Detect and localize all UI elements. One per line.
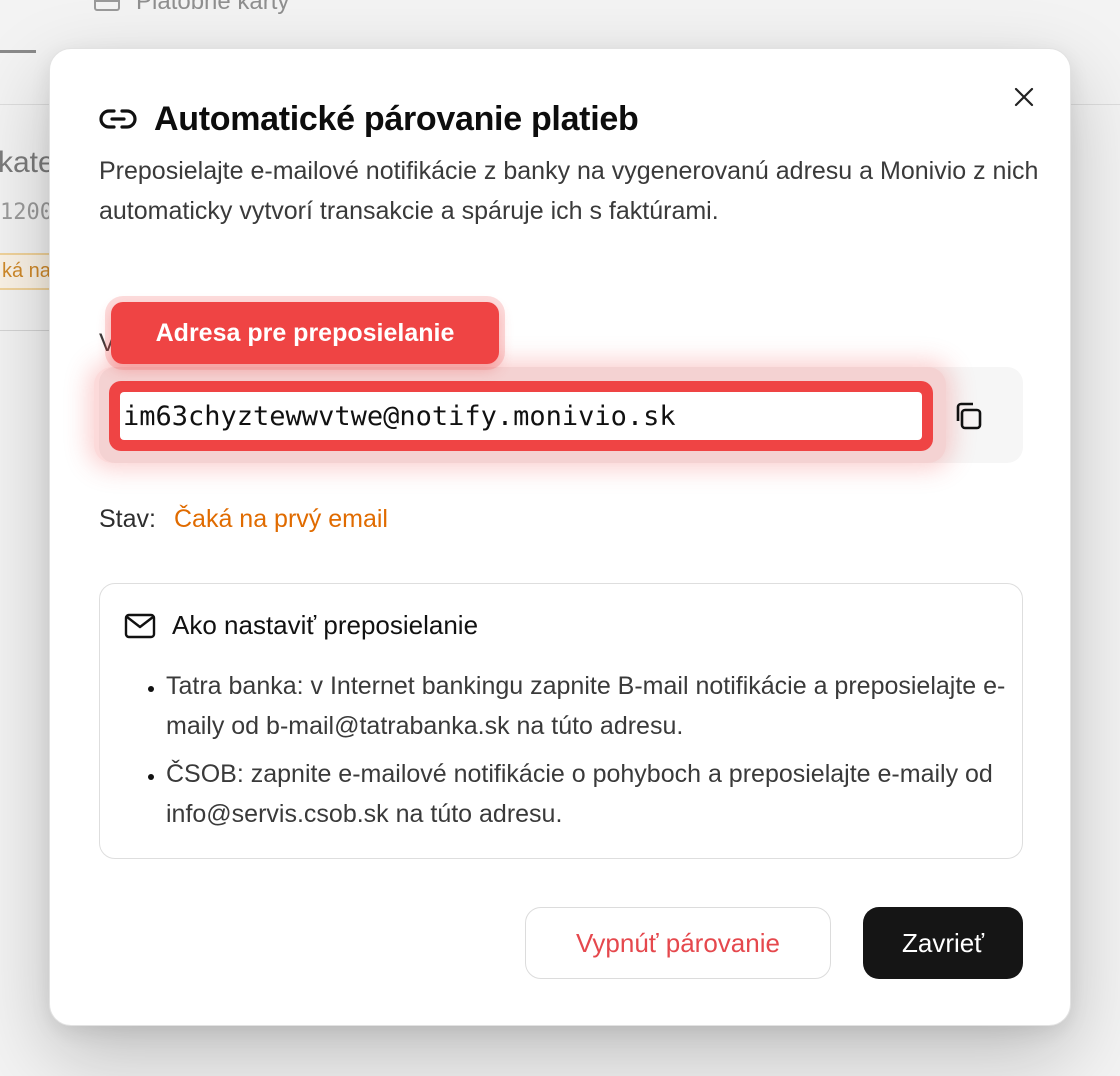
setup-instructions-title: Ako nastaviť preposielanie: [172, 610, 479, 640]
credit-card-icon: [94, 0, 120, 11]
close-dialog-button[interactable]: Zavrieť: [863, 907, 1023, 979]
background-active-tab-indicator: [0, 50, 36, 53]
payment-matching-dialog: Automatické párovanie platieb Preposiela…: [49, 48, 1071, 1026]
status-row: Stav: Čaká na prvý email: [99, 505, 388, 534]
status-label: Stav:: [99, 505, 156, 533]
address-tooltip: Adresa pre preposielanie: [111, 302, 499, 364]
setup-instructions-list: Tatra banka: v Internet bankingu zapnite…: [124, 666, 1046, 842]
dialog-title: Automatické párovanie platieb: [154, 99, 639, 138]
setup-instructions-panel: Ako nastaviť preposielanie Tatra banka: …: [99, 583, 1023, 859]
list-item: Tatra banka: v Internet bankingu zapnite…: [166, 666, 1046, 746]
tab-label: Platobné karty: [136, 0, 290, 15]
link-icon: [98, 99, 138, 139]
tab-platobne-karty: Platobné karty: [94, 0, 289, 16]
copy-icon: [956, 402, 982, 430]
setup-instructions-header: Ako nastaviť preposielanie: [124, 610, 478, 641]
dialog-header: Automatické párovanie platieb: [98, 99, 639, 139]
background-divider: [1072, 104, 1120, 105]
disable-matching-button[interactable]: Vypnúť párovanie: [525, 907, 831, 979]
background-category-text: kate: [0, 146, 55, 179]
background-number-text: 1200: [0, 200, 53, 225]
forwarding-address-field[interactable]: [120, 392, 922, 440]
mail-icon: [124, 613, 156, 638]
close-icon: [1014, 87, 1034, 107]
list-item: ČSOB: zapnite e-mailové notifikácie o po…: [166, 754, 1046, 834]
address-highlight-frame: [109, 381, 933, 451]
status-value: Čaká na prvý email: [173, 505, 388, 533]
copy-address-button[interactable]: [948, 396, 988, 436]
close-button[interactable]: [1006, 79, 1042, 115]
dialog-description: Preposielajte e-mailové notifikácie z ba…: [99, 157, 1039, 225]
